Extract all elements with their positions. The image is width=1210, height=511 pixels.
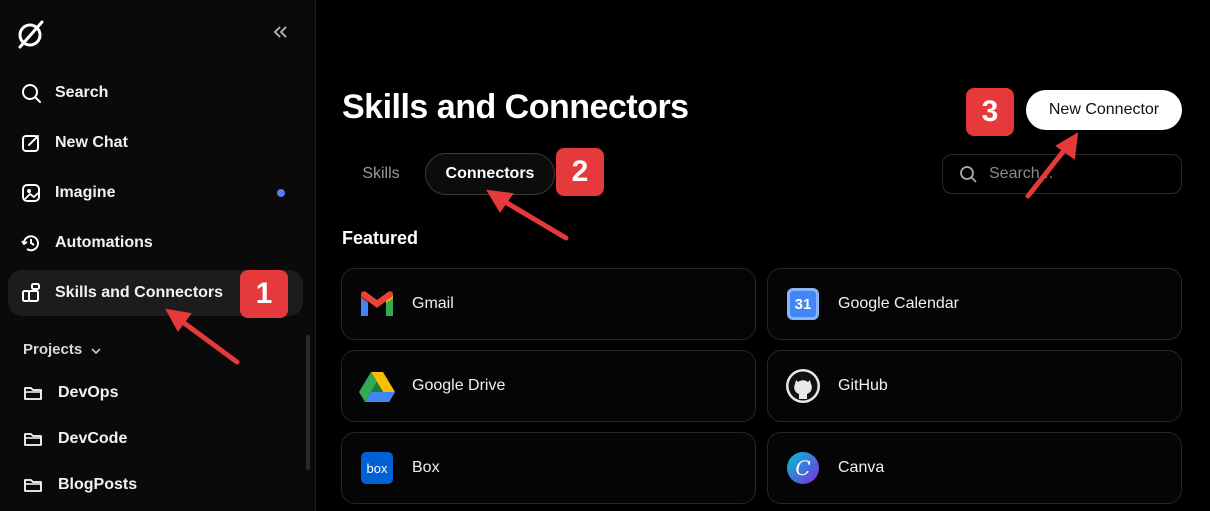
- annotation-badge-3: 3: [966, 88, 1014, 136]
- sidebar-item-label: New Chat: [55, 134, 128, 151]
- annotation-badge-1: 1: [240, 270, 288, 318]
- connector-card-canva[interactable]: C Canva: [767, 432, 1182, 504]
- connector-card-google-drive[interactable]: Google Drive: [341, 350, 756, 422]
- chevron-down-icon: [90, 344, 102, 356]
- connector-name: Canva: [838, 459, 885, 476]
- sidebar-item-search[interactable]: Search: [8, 70, 303, 116]
- google-drive-icon: [358, 367, 396, 405]
- folder-icon: [23, 429, 43, 449]
- box-icon: box: [358, 449, 396, 487]
- search-box[interactable]: [942, 154, 1182, 194]
- sidebar-item-label: Imagine: [55, 184, 116, 201]
- sidebar-item-label: Search: [55, 84, 109, 101]
- sidebar-item-new-chat[interactable]: New Chat: [8, 120, 303, 166]
- canva-icon: C: [784, 449, 822, 487]
- grid-plus-icon: [20, 282, 42, 304]
- app-logo-icon[interactable]: [14, 18, 46, 50]
- search-input[interactable]: [989, 165, 1159, 183]
- page-title: Skills and Connectors: [342, 88, 689, 126]
- connector-card-box[interactable]: box Box: [341, 432, 756, 504]
- connector-name: Google Drive: [412, 377, 506, 394]
- annotation-badge-2: 2: [556, 148, 604, 196]
- folder-icon: [23, 475, 43, 495]
- project-label: DevOps: [58, 384, 119, 401]
- new-connector-button[interactable]: New Connector: [1026, 90, 1182, 130]
- connector-name: GitHub: [838, 377, 888, 394]
- sidebar-item-label: Automations: [55, 234, 153, 251]
- sidebar-item-label: Skills and Connectors: [55, 284, 224, 301]
- clock-icon: [20, 232, 42, 254]
- canva-logo-text: C: [787, 452, 819, 484]
- connector-name: Gmail: [412, 295, 454, 312]
- projects-label: Projects: [23, 341, 83, 358]
- sidebar-item-imagine[interactable]: Imagine: [8, 170, 303, 216]
- folder-icon: [23, 383, 43, 403]
- connector-card-github[interactable]: GitHub: [767, 350, 1182, 422]
- connector-name: Google Calendar: [838, 295, 959, 312]
- annotation-arrow-2: [486, 189, 569, 241]
- collapse-sidebar-icon[interactable]: [270, 22, 290, 42]
- projects-header[interactable]: Projects: [23, 341, 102, 358]
- new-indicator-dot: [277, 189, 285, 197]
- project-item-devcode[interactable]: DevCode: [23, 429, 127, 449]
- tab-skills[interactable]: Skills: [344, 153, 418, 195]
- project-label: DevCode: [58, 430, 128, 447]
- sidebar-item-automations[interactable]: Automations: [8, 220, 303, 266]
- project-item-devops[interactable]: DevOps: [23, 383, 118, 403]
- tab-connectors[interactable]: Connectors: [425, 153, 555, 195]
- sidebar-scrollbar[interactable]: [306, 335, 310, 470]
- gmail-icon: [358, 285, 396, 323]
- google-calendar-icon: 31: [784, 285, 822, 323]
- search-icon: [20, 82, 42, 104]
- calendar-day-label: 31: [787, 288, 819, 320]
- sidebar: Search New Chat Imagine Automations Skil…: [0, 0, 316, 511]
- edit-icon: [20, 132, 42, 154]
- search-icon: [959, 165, 977, 183]
- project-label: BlogPosts: [58, 476, 138, 493]
- connector-card-gmail[interactable]: Gmail: [341, 268, 756, 340]
- box-logo-text: box: [361, 452, 393, 484]
- github-icon: [784, 367, 822, 405]
- featured-heading: Featured: [342, 228, 419, 248]
- connector-name: Box: [412, 459, 440, 476]
- project-item-blogposts[interactable]: BlogPosts: [23, 475, 137, 495]
- image-icon: [20, 182, 42, 204]
- connector-card-google-calendar[interactable]: 31 Google Calendar: [767, 268, 1182, 340]
